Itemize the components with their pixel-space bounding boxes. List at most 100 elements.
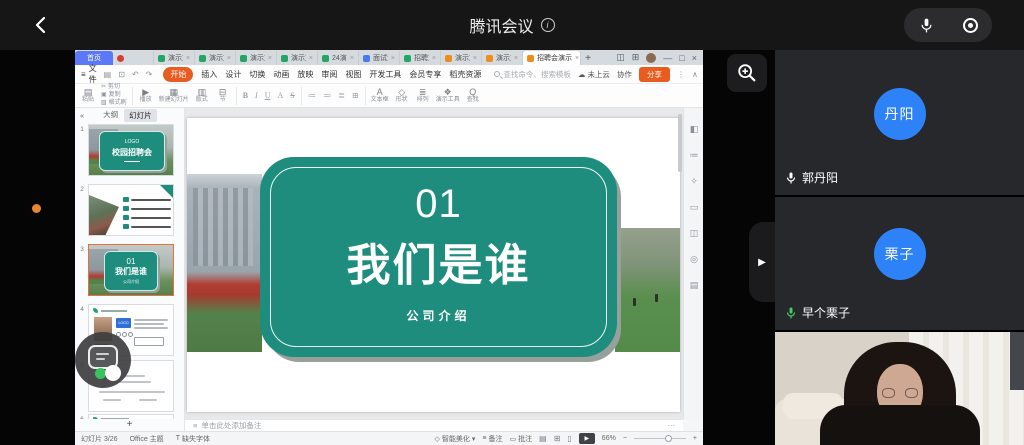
participant-video-tile[interactable] bbox=[775, 332, 1024, 445]
participant-tile-2[interactable]: 栗子 早个栗子 bbox=[775, 197, 1024, 330]
slides-tab[interactable]: 幻灯片 bbox=[124, 109, 157, 122]
slide-canvas[interactable]: 01 我们是谁 公司介绍 bbox=[185, 108, 683, 419]
ribbon-tab-devtools[interactable]: 开发工具 bbox=[369, 69, 401, 80]
slide-title-box[interactable]: 01 我们是谁 公司介绍 bbox=[260, 157, 617, 357]
notes-more-icon[interactable]: ⋯ bbox=[668, 421, 676, 430]
rail-layout-icon[interactable]: ◫ bbox=[684, 228, 704, 239]
ribbon-tab-member[interactable]: 会员专享 bbox=[409, 69, 441, 80]
meeting-floating-bubble[interactable] bbox=[75, 332, 131, 388]
doc-tab[interactable]: 演示文稿× bbox=[154, 51, 195, 65]
collaborate-button[interactable]: 协作 bbox=[617, 69, 632, 80]
ai-beautify-button[interactable]: ◇ 智能美化 ▾ bbox=[435, 434, 476, 444]
zoom-in-button[interactable]: + bbox=[693, 435, 697, 442]
tab-close-icon[interactable]: × bbox=[514, 55, 518, 62]
paste-button[interactable]: ▤粘贴 bbox=[80, 87, 96, 104]
collapse-panel-icon[interactable]: « bbox=[75, 111, 89, 120]
rail-help-icon[interactable]: ◎ bbox=[684, 254, 704, 265]
meeting-info-icon[interactable]: i bbox=[541, 18, 555, 32]
participant-tile-1[interactable]: 丹阳 郭丹阳 bbox=[775, 50, 1024, 195]
screen-zoom-button[interactable] bbox=[727, 54, 767, 92]
rail-effects-icon[interactable]: ✧ bbox=[684, 176, 704, 187]
notes-toggle[interactable]: ≡ 备注 bbox=[482, 434, 502, 444]
reading-view-icon[interactable]: ▯ bbox=[567, 434, 571, 443]
file-menu[interactable]: ≡ 文件 bbox=[81, 63, 97, 85]
undo-icon[interactable]: ↶ bbox=[132, 70, 139, 79]
bold-button[interactable]: B bbox=[242, 91, 249, 100]
number-list-button[interactable]: ≕ bbox=[322, 91, 332, 100]
presenter-tools-button[interactable]: ❖演示工具 bbox=[436, 87, 460, 104]
format-painter-button[interactable]: ▧ 格式刷 bbox=[101, 100, 127, 107]
ribbon-tab-insert[interactable]: 插入 bbox=[201, 69, 217, 80]
tab-close-icon[interactable]: × bbox=[575, 55, 579, 62]
vertical-scrollbar[interactable] bbox=[678, 114, 682, 172]
collapse-ribbon-icon[interactable]: ∧ bbox=[692, 70, 698, 79]
doc-tab[interactable]: 招聘文档× bbox=[400, 51, 441, 65]
strikethrough-button[interactable]: S bbox=[289, 91, 295, 100]
new-slide-button[interactable]: ▦新建幻灯片 bbox=[159, 87, 189, 104]
rail-media-icon[interactable]: ▭ bbox=[684, 202, 704, 213]
doc-tab[interactable]: 演示文稿× bbox=[236, 51, 277, 65]
underline-button[interactable]: U bbox=[264, 91, 272, 100]
doc-tab[interactable]: 演示文稿× bbox=[482, 51, 523, 65]
account-avatar[interactable] bbox=[646, 53, 656, 63]
doc-tab[interactable]: 24演示文稿× bbox=[318, 51, 359, 65]
ribbon-tab-slideshow[interactable]: 放映 bbox=[297, 69, 313, 80]
font-color-button[interactable]: A bbox=[277, 91, 285, 100]
mic-button[interactable] bbox=[904, 17, 948, 34]
save-icon[interactable]: ▤ bbox=[104, 70, 112, 79]
ribbon-tab-transition[interactable]: 切换 bbox=[249, 69, 265, 80]
bullet-list-button[interactable]: ≔ bbox=[307, 91, 317, 100]
outline-tab[interactable]: 大纲 bbox=[103, 109, 118, 122]
close-button[interactable]: × bbox=[692, 53, 697, 63]
record-button[interactable] bbox=[948, 18, 992, 33]
tab-close-icon[interactable]: × bbox=[391, 55, 395, 62]
tab-close-icon[interactable]: × bbox=[227, 55, 231, 62]
arrange-button[interactable]: ≣排列 bbox=[415, 87, 431, 104]
shapes-button[interactable]: ◇形状 bbox=[394, 87, 410, 104]
cut-button[interactable]: ✂ 剪切 bbox=[101, 84, 127, 91]
maximize-button[interactable]: □ bbox=[679, 53, 684, 63]
rail-properties-icon[interactable]: ◧ bbox=[684, 124, 704, 135]
doc-tab[interactable]: 演示文稿× bbox=[277, 51, 318, 65]
zoom-slider[interactable] bbox=[634, 438, 686, 439]
rail-panel-icon[interactable]: ▤ bbox=[684, 280, 704, 291]
cloud-status[interactable]: ☁ 未上云 bbox=[578, 69, 610, 80]
ribbon-tab-design[interactable]: 设计 bbox=[225, 69, 241, 80]
ribbon-tab-review[interactable]: 审阅 bbox=[321, 69, 337, 80]
doc-tab[interactable]: 演示文稿× bbox=[441, 51, 482, 65]
more-menu-icon[interactable]: ⋮ bbox=[677, 70, 685, 79]
section-button[interactable]: ⊟节 bbox=[215, 87, 231, 104]
doc-tab[interactable]: 演示文稿× bbox=[195, 51, 236, 65]
missing-font-indicator[interactable]: T 缺失字体 bbox=[176, 434, 210, 444]
tab-close-icon[interactable]: × bbox=[309, 55, 313, 62]
slide-thumb-3-selected[interactable]: 01 我们是谁 公司介绍 bbox=[88, 244, 174, 296]
layout-button[interactable]: ▥版式 bbox=[194, 87, 210, 104]
notes-bar[interactable]: ≡ 单击此处添加备注 ⋯ bbox=[185, 419, 683, 431]
ribbon-tab-animation[interactable]: 动画 bbox=[273, 69, 289, 80]
doc-tab[interactable]: 面试资料× bbox=[359, 51, 400, 65]
italic-button[interactable]: I bbox=[254, 91, 259, 100]
normal-view-icon[interactable]: ▤ bbox=[539, 434, 547, 443]
zoom-slider-knob[interactable] bbox=[665, 435, 672, 442]
add-slide-button[interactable]: + bbox=[127, 420, 133, 430]
sorter-view-icon[interactable]: ⊞ bbox=[554, 434, 561, 443]
command-search[interactable]: 查找命令、搜索模板 bbox=[494, 69, 571, 80]
slide-thumb-2[interactable] bbox=[88, 184, 174, 236]
print-icon[interactable]: ⊡ bbox=[118, 70, 125, 79]
split-view-icon[interactable]: ◫ bbox=[616, 52, 625, 63]
redo-icon[interactable]: ↷ bbox=[146, 70, 153, 79]
collapse-participants-button[interactable]: ▶ bbox=[749, 222, 775, 302]
find-button[interactable]: Q查找 bbox=[465, 87, 481, 104]
zoom-out-button[interactable]: − bbox=[623, 435, 627, 442]
tab-close-icon[interactable]: × bbox=[350, 55, 354, 62]
new-tab-button[interactable]: + bbox=[581, 51, 595, 65]
share-button[interactable]: 分享 bbox=[639, 67, 670, 82]
ribbon-tab-home[interactable]: 开始 bbox=[163, 67, 193, 82]
ribbon-tab-templates[interactable]: 稻壳资源 bbox=[449, 69, 481, 80]
slideshow-play-button[interactable]: ▶ bbox=[579, 433, 595, 444]
comments-toggle[interactable]: ▭ 批注 bbox=[510, 434, 533, 444]
tab-close-icon[interactable]: × bbox=[432, 55, 436, 62]
play-slideshow-button[interactable]: ▶播放 bbox=[138, 87, 154, 104]
text-box-button[interactable]: A文本框 bbox=[371, 87, 389, 104]
doc-tab[interactable] bbox=[113, 51, 154, 65]
